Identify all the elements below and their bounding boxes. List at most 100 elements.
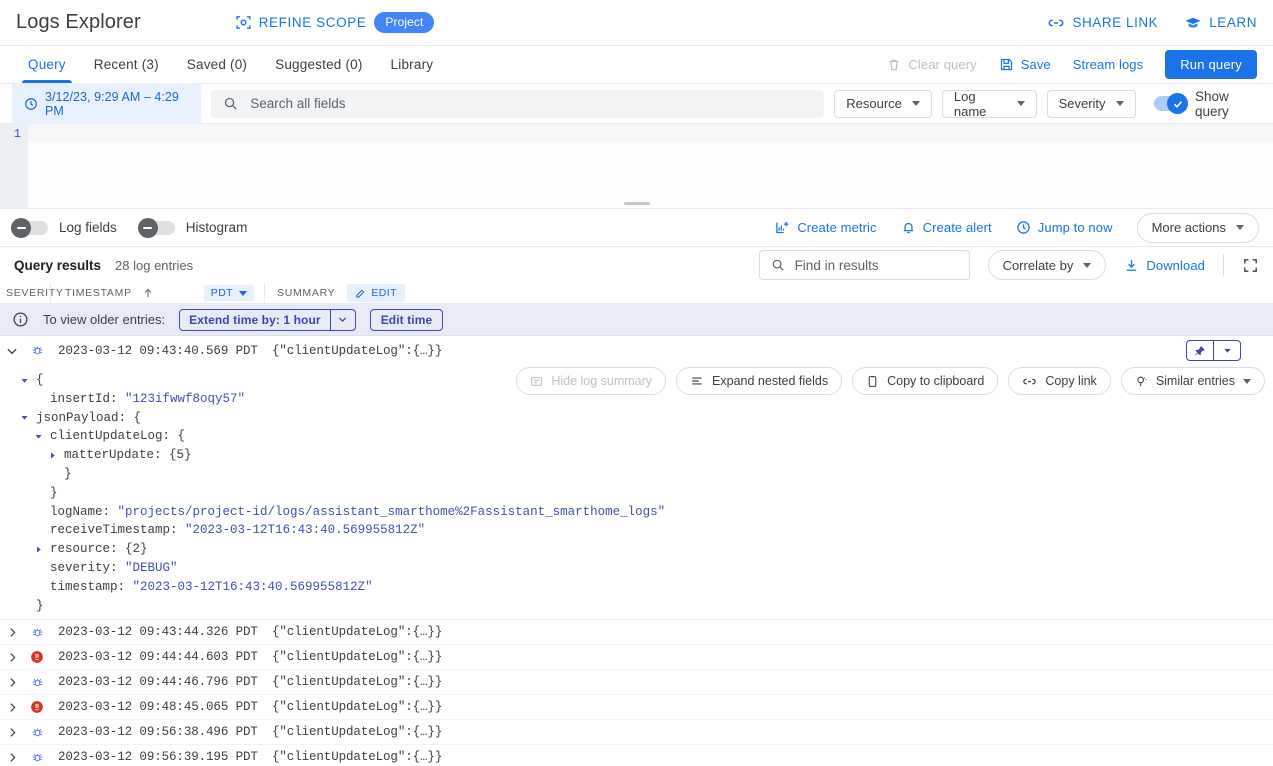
expand-row-icon[interactable] bbox=[0, 701, 24, 714]
histogram-switch[interactable] bbox=[141, 221, 175, 235]
expand-row-icon[interactable] bbox=[0, 676, 24, 689]
edit-time-button[interactable]: Edit time bbox=[370, 309, 444, 331]
search-all-fields-input[interactable]: Search all fields bbox=[211, 90, 824, 118]
extend-time-split-button[interactable]: Extend time by: 1 hour bbox=[179, 309, 356, 331]
sort-ascending-icon[interactable] bbox=[142, 287, 154, 299]
download-icon bbox=[1124, 258, 1139, 273]
column-summary[interactable]: SUMMARY EDIT bbox=[264, 283, 1273, 303]
chevron-down-icon bbox=[1083, 263, 1091, 268]
expand-nested-fields-button[interactable]: Expand nested fields bbox=[676, 367, 842, 395]
correlate-by-dropdown[interactable]: Correlate by bbox=[988, 250, 1107, 280]
copy-link-button[interactable]: Copy link bbox=[1008, 367, 1110, 395]
copy-to-clipboard-button[interactable]: Copy to clipboard bbox=[852, 367, 998, 395]
run-query-button[interactable]: Run query bbox=[1165, 50, 1257, 79]
extend-time-dropdown-arrow[interactable] bbox=[331, 310, 355, 330]
json-line-text: clientUpdateLog: { bbox=[50, 427, 185, 446]
severity-filter-label: Severity bbox=[1059, 96, 1106, 111]
column-timestamp-label: TIMESTAMP bbox=[65, 287, 132, 299]
entry-options-dropdown-icon[interactable] bbox=[1214, 341, 1240, 360]
time-range-label: 3/12/23, 9:29 AM – 4:29 PM bbox=[45, 90, 189, 118]
older-entries-info-bar: To view older entries: Extend time by: 1… bbox=[0, 304, 1273, 336]
stream-logs-button[interactable]: Stream logs bbox=[1073, 57, 1143, 72]
log-timestamp: 2023-03-12 09:48:45.065 PDT bbox=[50, 700, 264, 714]
log-fields-switch[interactable] bbox=[14, 221, 48, 235]
share-link-button[interactable]: SHARE LINK bbox=[1047, 14, 1158, 32]
fullscreen-icon[interactable] bbox=[1242, 257, 1259, 274]
log-timestamp: 2023-03-12 09:43:44.326 PDT bbox=[50, 625, 264, 639]
expand-row-icon[interactable] bbox=[0, 726, 24, 739]
severity-filter-dropdown[interactable]: Severity bbox=[1047, 90, 1136, 118]
pin-icon[interactable] bbox=[1187, 341, 1213, 360]
query-code-line-1[interactable] bbox=[28, 124, 1273, 142]
tab-query[interactable]: Query bbox=[14, 46, 80, 83]
log-name-filter-dropdown[interactable]: Log name bbox=[942, 90, 1037, 118]
extend-time-label[interactable]: Extend time by: 1 hour bbox=[180, 310, 330, 330]
time-range-selector[interactable]: 3/12/23, 9:29 AM – 4:29 PM bbox=[12, 83, 201, 125]
query-code-area[interactable] bbox=[28, 124, 1273, 208]
learn-button[interactable]: LEARN bbox=[1184, 14, 1257, 32]
project-scope-chip[interactable]: Project bbox=[374, 12, 434, 33]
create-alert-button[interactable]: Create alert bbox=[901, 220, 992, 235]
log-summary: {"clientUpdateLog":{…}} bbox=[264, 675, 1273, 689]
create-metric-button[interactable]: Create metric bbox=[775, 220, 876, 235]
chevron-down-icon bbox=[912, 101, 920, 106]
log-row[interactable]: 2023-03-12 09:44:46.796 PDT{"clientUpdat… bbox=[0, 670, 1273, 695]
clipboard-icon bbox=[866, 375, 879, 388]
save-query-label: Save bbox=[1021, 57, 1051, 72]
log-row-expanded[interactable]: 2023-03-12 09:43:40.569 PDT {"clientUpda… bbox=[0, 336, 1273, 365]
tab-library[interactable]: Library bbox=[377, 46, 448, 83]
tab-suggested[interactable]: Suggested (0) bbox=[261, 46, 376, 83]
log-row[interactable]: 2023-03-12 09:44:44.603 PDT{"clientUpdat… bbox=[0, 645, 1273, 670]
log-row[interactable]: 2023-03-12 09:56:39.195 PDT{"clientUpdat… bbox=[0, 745, 1273, 766]
collapse-row-icon[interactable] bbox=[0, 344, 24, 358]
similar-entries-dropdown[interactable]: Similar entries bbox=[1121, 367, 1265, 395]
expand-list-icon bbox=[690, 374, 704, 388]
expand-node-icon[interactable] bbox=[46, 451, 58, 460]
edit-summary-fields-button[interactable]: EDIT bbox=[347, 284, 405, 302]
expand-row-icon[interactable] bbox=[0, 626, 24, 639]
refine-scope-group: REFINE SCOPE Project bbox=[235, 12, 435, 33]
json-line-text: } bbox=[50, 484, 58, 503]
collapse-node-icon[interactable] bbox=[18, 413, 30, 422]
find-in-results-placeholder: Find in results bbox=[795, 258, 879, 273]
log-row[interactable]: 2023-03-12 09:48:45.065 PDT{"clientUpdat… bbox=[0, 695, 1273, 720]
expand-row-icon[interactable] bbox=[0, 751, 24, 764]
refine-scope-button[interactable]: REFINE SCOPE bbox=[235, 14, 367, 31]
timezone-selector[interactable]: PDT bbox=[204, 285, 254, 301]
json-line: logName: "projects/project-id/logs/assis… bbox=[0, 503, 1273, 522]
find-in-results-input[interactable]: Find in results bbox=[759, 250, 970, 280]
log-row[interactable]: 2023-03-12 09:56:38.496 PDT{"clientUpdat… bbox=[0, 720, 1273, 745]
json-line: } bbox=[0, 484, 1273, 503]
collapse-node-icon[interactable] bbox=[32, 432, 44, 441]
save-disk-icon bbox=[999, 57, 1014, 72]
histogram-toggle[interactable]: Histogram bbox=[141, 220, 248, 235]
show-query-toggle[interactable] bbox=[1154, 96, 1185, 111]
hide-log-summary-button[interactable]: Hide log summary bbox=[516, 367, 666, 395]
column-severity[interactable]: SEVERITY bbox=[0, 287, 50, 299]
create-metric-label: Create metric bbox=[797, 220, 876, 235]
clock-icon bbox=[24, 97, 38, 111]
tab-recent[interactable]: Recent (3) bbox=[80, 46, 173, 83]
jump-to-now-button[interactable]: Jump to now bbox=[1016, 220, 1113, 235]
top-app-bar: Logs Explorer REFINE SCOPE Project SHARE… bbox=[0, 0, 1273, 46]
json-line-text: jsonPayload: { bbox=[36, 409, 141, 428]
query-tabs-bar: Query Recent (3) Saved (0) Suggested (0)… bbox=[0, 46, 1273, 84]
search-icon bbox=[223, 96, 238, 111]
save-query-button[interactable]: Save bbox=[999, 57, 1051, 72]
column-summary-label: SUMMARY bbox=[277, 287, 335, 299]
expand-node-icon[interactable] bbox=[32, 545, 44, 554]
log-row[interactable]: 2023-03-12 09:43:44.326 PDT{"clientUpdat… bbox=[0, 620, 1273, 645]
expand-row-icon[interactable] bbox=[0, 651, 24, 664]
download-button[interactable]: Download bbox=[1124, 258, 1205, 273]
resource-filter-dropdown[interactable]: Resource bbox=[834, 90, 932, 118]
log-fields-toggle[interactable]: Log fields bbox=[14, 220, 117, 235]
tab-saved[interactable]: Saved (0) bbox=[173, 46, 261, 83]
clear-query-button[interactable]: Clear query bbox=[887, 57, 976, 72]
log-summary: {"clientUpdateLog":{…}} bbox=[264, 700, 1273, 714]
column-timestamp[interactable]: TIMESTAMP PDT bbox=[50, 283, 264, 303]
more-actions-dropdown[interactable]: More actions bbox=[1137, 213, 1259, 243]
query-editor[interactable]: 1 bbox=[0, 124, 1273, 209]
editor-resize-handle[interactable] bbox=[624, 202, 650, 205]
collapse-node-icon[interactable] bbox=[18, 376, 30, 385]
pin-entry-group[interactable] bbox=[1186, 340, 1241, 361]
